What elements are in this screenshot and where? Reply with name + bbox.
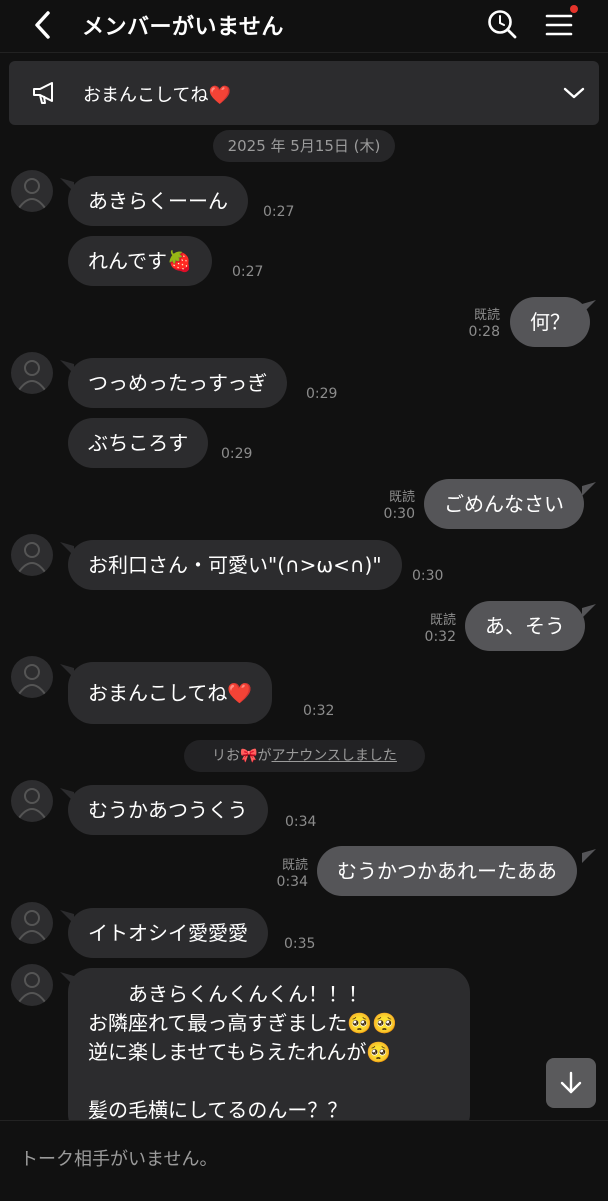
message-time: 0:28 — [468, 324, 500, 340]
message-time: 0:27 — [263, 204, 295, 220]
message-time: 0:35 — [284, 936, 316, 952]
notification-dot — [570, 5, 578, 13]
message-time: 0:32 — [303, 703, 335, 719]
message-bubble[interactable]: おまんこしてね❤️ — [68, 662, 273, 724]
message-bubble[interactable]: お利口さん・可愛い"(∩>ω<∩)" — [68, 540, 402, 590]
chevron-down-icon[interactable] — [562, 85, 586, 101]
bubble-tail — [582, 849, 596, 863]
message-time: 0:27 — [232, 264, 264, 280]
no-members-notice: トーク相手がいません。 — [20, 1149, 218, 1170]
bubble-tail — [582, 300, 596, 314]
arrow-down-icon — [560, 1071, 582, 1094]
avatar[interactable] — [11, 902, 53, 944]
announcement-text: おまんこしてね❤️ — [83, 85, 231, 106]
message-time: 0:29 — [306, 386, 338, 402]
message-bubble[interactable]: あきらくーーん — [68, 176, 248, 226]
top-bar: メンバーがいません — [0, 0, 608, 53]
search-icon[interactable] — [486, 8, 518, 40]
message-time: 0:34 — [285, 814, 317, 830]
read-receipt: 既読 — [429, 613, 456, 628]
avatar[interactable] — [11, 170, 53, 212]
read-receipt: 既読 — [281, 858, 308, 873]
message-bubble[interactable]: つっめったっすっぎ — [68, 358, 288, 408]
long-message-line: 逆に楽しませてもらえたれんが🥺 — [88, 1040, 392, 1064]
message-bubble[interactable]: むうかあつうくう — [68, 785, 268, 835]
long-message-bubble[interactable]: あきらくんくんくん！！！ お隣座れて最っ高すぎました🥺🥺 逆に楽しませてもらえたれん… — [68, 968, 470, 1138]
megaphone-icon — [33, 82, 53, 104]
bubble-tail — [582, 604, 596, 618]
scroll-to-bottom-button[interactable] — [546, 1058, 596, 1108]
avatar[interactable] — [11, 352, 53, 394]
long-message-line — [88, 1067, 450, 1096]
avatar[interactable] — [11, 964, 53, 1006]
message-bubble[interactable]: れんです🍓 — [68, 236, 212, 286]
message-time: 0:32 — [424, 629, 456, 645]
system-notice-prefix: リお🎀が — [212, 748, 272, 764]
message-bubble[interactable]: ごめんなさい — [424, 479, 584, 529]
date-separator: 2025 年 5月15日 (木) — [213, 130, 395, 162]
long-message-line: お隣座れて最っ高すぎました🥺🥺 — [88, 1011, 398, 1035]
chat-title: メンバーがいません — [82, 15, 284, 40]
system-notice: リお🎀がアナウンスしました — [184, 740, 425, 772]
message-meta: 既読 0:30 — [355, 489, 415, 523]
message-bubble[interactable]: むうかつかあれーたああ — [317, 846, 577, 896]
message-bubble[interactable]: イトオシイ愛愛愛 — [68, 908, 268, 958]
message-meta: 既読 0:34 — [248, 857, 308, 891]
avatar[interactable] — [11, 534, 53, 576]
bubble-tail — [582, 482, 596, 496]
read-receipt: 既読 — [388, 490, 415, 505]
message-time: 0:34 — [276, 874, 308, 890]
menu-icon[interactable] — [544, 10, 574, 40]
message-time: 0:30 — [412, 568, 444, 584]
message-bubble[interactable]: ぶちころす — [68, 418, 209, 468]
message-time: 0:29 — [221, 446, 253, 462]
announcement-link[interactable]: アナウンスしました — [271, 748, 396, 764]
announcement-bar[interactable]: おまんこしてね❤️ — [9, 61, 599, 125]
message-bubble[interactable]: あ、そう — [465, 601, 585, 651]
message-meta: 既読 0:28 — [440, 307, 500, 341]
message-meta: 既読 0:32 — [396, 612, 456, 646]
avatar[interactable] — [11, 656, 53, 698]
message-time: 0:30 — [383, 506, 415, 522]
read-receipt: 既読 — [473, 308, 500, 323]
input-area: トーク相手がいません。 — [0, 1120, 608, 1201]
long-message-line: あきらくんくんくん！！！ — [88, 982, 368, 1006]
message-bubble[interactable]: 何？ — [510, 297, 590, 347]
back-arrow-icon[interactable] — [28, 10, 58, 40]
avatar[interactable] — [11, 780, 53, 822]
